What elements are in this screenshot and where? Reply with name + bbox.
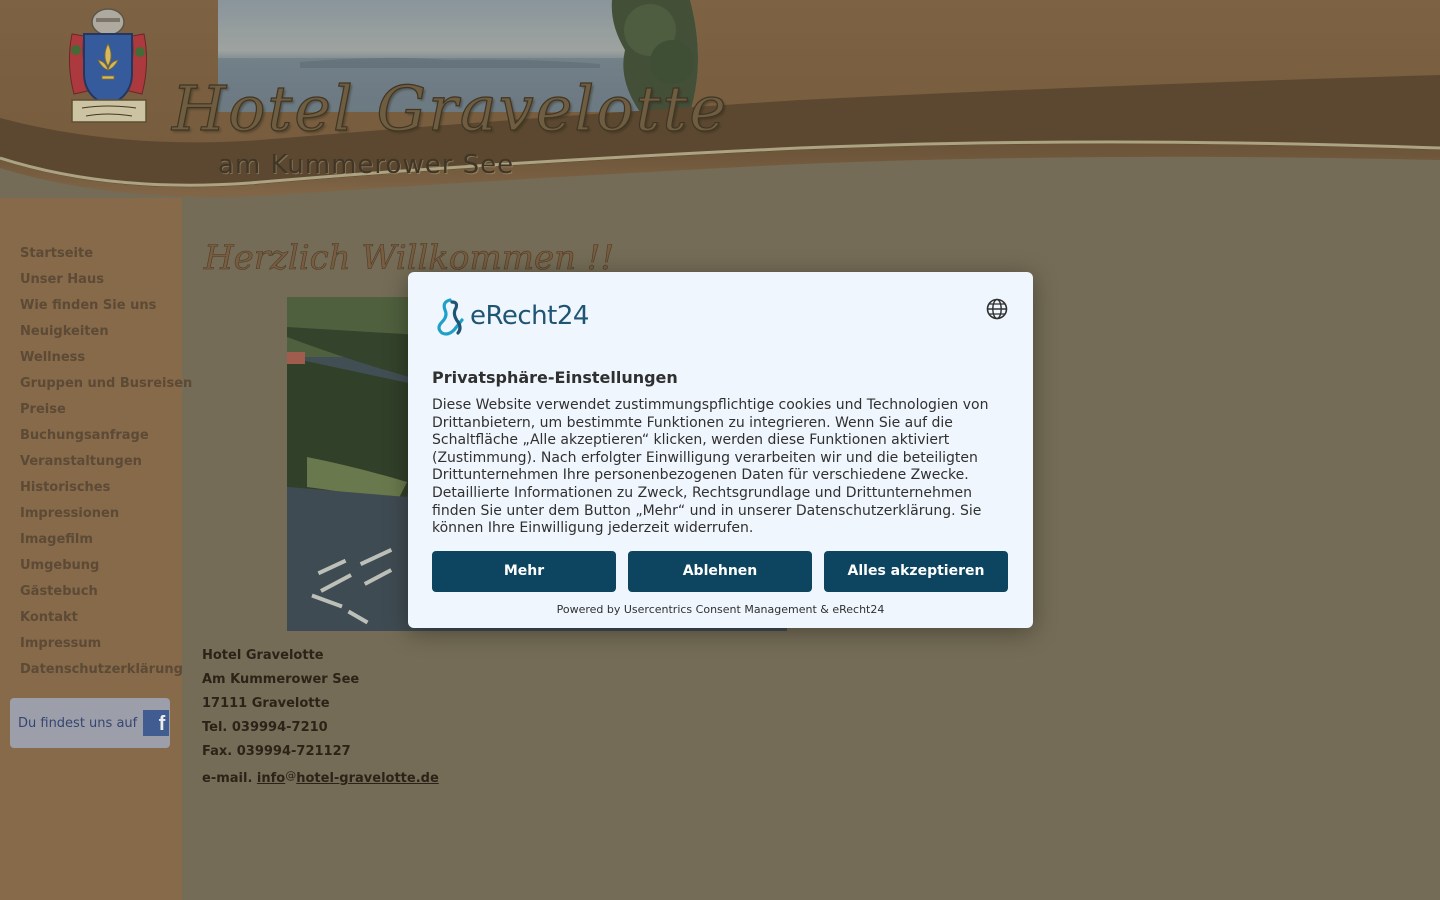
reject-button[interactable]: Ablehnen — [628, 551, 812, 592]
more-button[interactable]: Mehr — [432, 551, 616, 592]
erecht24-logo: eRecht24 — [432, 296, 589, 336]
erecht24-brand: eRecht24 — [470, 301, 589, 331]
erecht24-logo-icon — [437, 298, 464, 336]
consent-description: Diese Website verwendet zustimmungspflic… — [432, 397, 989, 537]
globe-icon[interactable] — [986, 298, 1008, 324]
consent-title: Privatsphäre-Einstellungen — [432, 368, 678, 387]
powered-by-text: Powered by Usercentrics Consent Manageme… — [556, 603, 885, 616]
consent-dialog: eRecht24 Privatsphäre-Einstellungen Dies… — [408, 272, 1033, 628]
accept-all-button[interactable]: Alles akzeptieren — [824, 551, 1008, 592]
